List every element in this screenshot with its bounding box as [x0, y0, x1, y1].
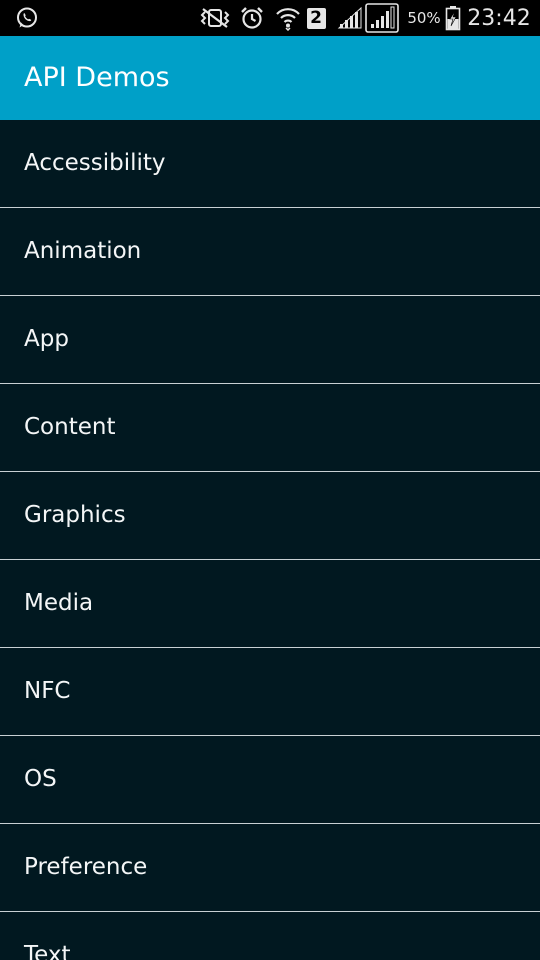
- list-item-graphics[interactable]: Graphics: [0, 472, 540, 560]
- list-item-app[interactable]: App: [0, 296, 540, 384]
- sim-2-badge: 2: [305, 0, 327, 36]
- battery-charging-icon: [443, 0, 463, 36]
- list-item-accessibility[interactable]: Accessibility: [0, 120, 540, 208]
- list-item-text[interactable]: Text: [0, 912, 540, 960]
- list-item-label: Content: [24, 414, 116, 440]
- list-item-preference[interactable]: Preference: [0, 824, 540, 912]
- list-item-label: OS: [24, 766, 57, 792]
- list-item-media[interactable]: Media: [0, 560, 540, 648]
- app-bar: API Demos: [0, 36, 540, 120]
- battery-percent: 50%: [407, 9, 441, 27]
- list-item-label: NFC: [24, 678, 71, 704]
- demo-category-list[interactable]: Accessibility Animation App Content Grap…: [0, 120, 540, 960]
- vibrate-mute-icon: [197, 0, 233, 36]
- list-item-label: App: [24, 326, 69, 352]
- alarm-icon: [238, 0, 266, 36]
- app-title: API Demos: [24, 62, 170, 93]
- status-time: 23:42: [467, 5, 531, 31]
- list-item-content[interactable]: Content: [0, 384, 540, 472]
- list-item-label: Media: [24, 590, 94, 616]
- sim-badge-number: 2: [310, 7, 322, 28]
- list-item-label: Accessibility: [24, 150, 166, 176]
- list-item-label: Text: [24, 942, 71, 960]
- signal-roaming-icon: [364, 0, 400, 36]
- list-item-os[interactable]: OS: [0, 736, 540, 824]
- whatsapp-icon: [14, 0, 40, 36]
- list-item-label: Preference: [24, 854, 148, 880]
- list-item-animation[interactable]: Animation: [0, 208, 540, 296]
- list-item-label: Graphics: [24, 502, 126, 528]
- list-item-nfc[interactable]: NFC: [0, 648, 540, 736]
- list-item-label: Animation: [24, 238, 142, 264]
- status-bar: 2 50% 23:42: [0, 0, 540, 36]
- wifi-icon: [273, 0, 303, 36]
- signal-icon: [336, 0, 364, 36]
